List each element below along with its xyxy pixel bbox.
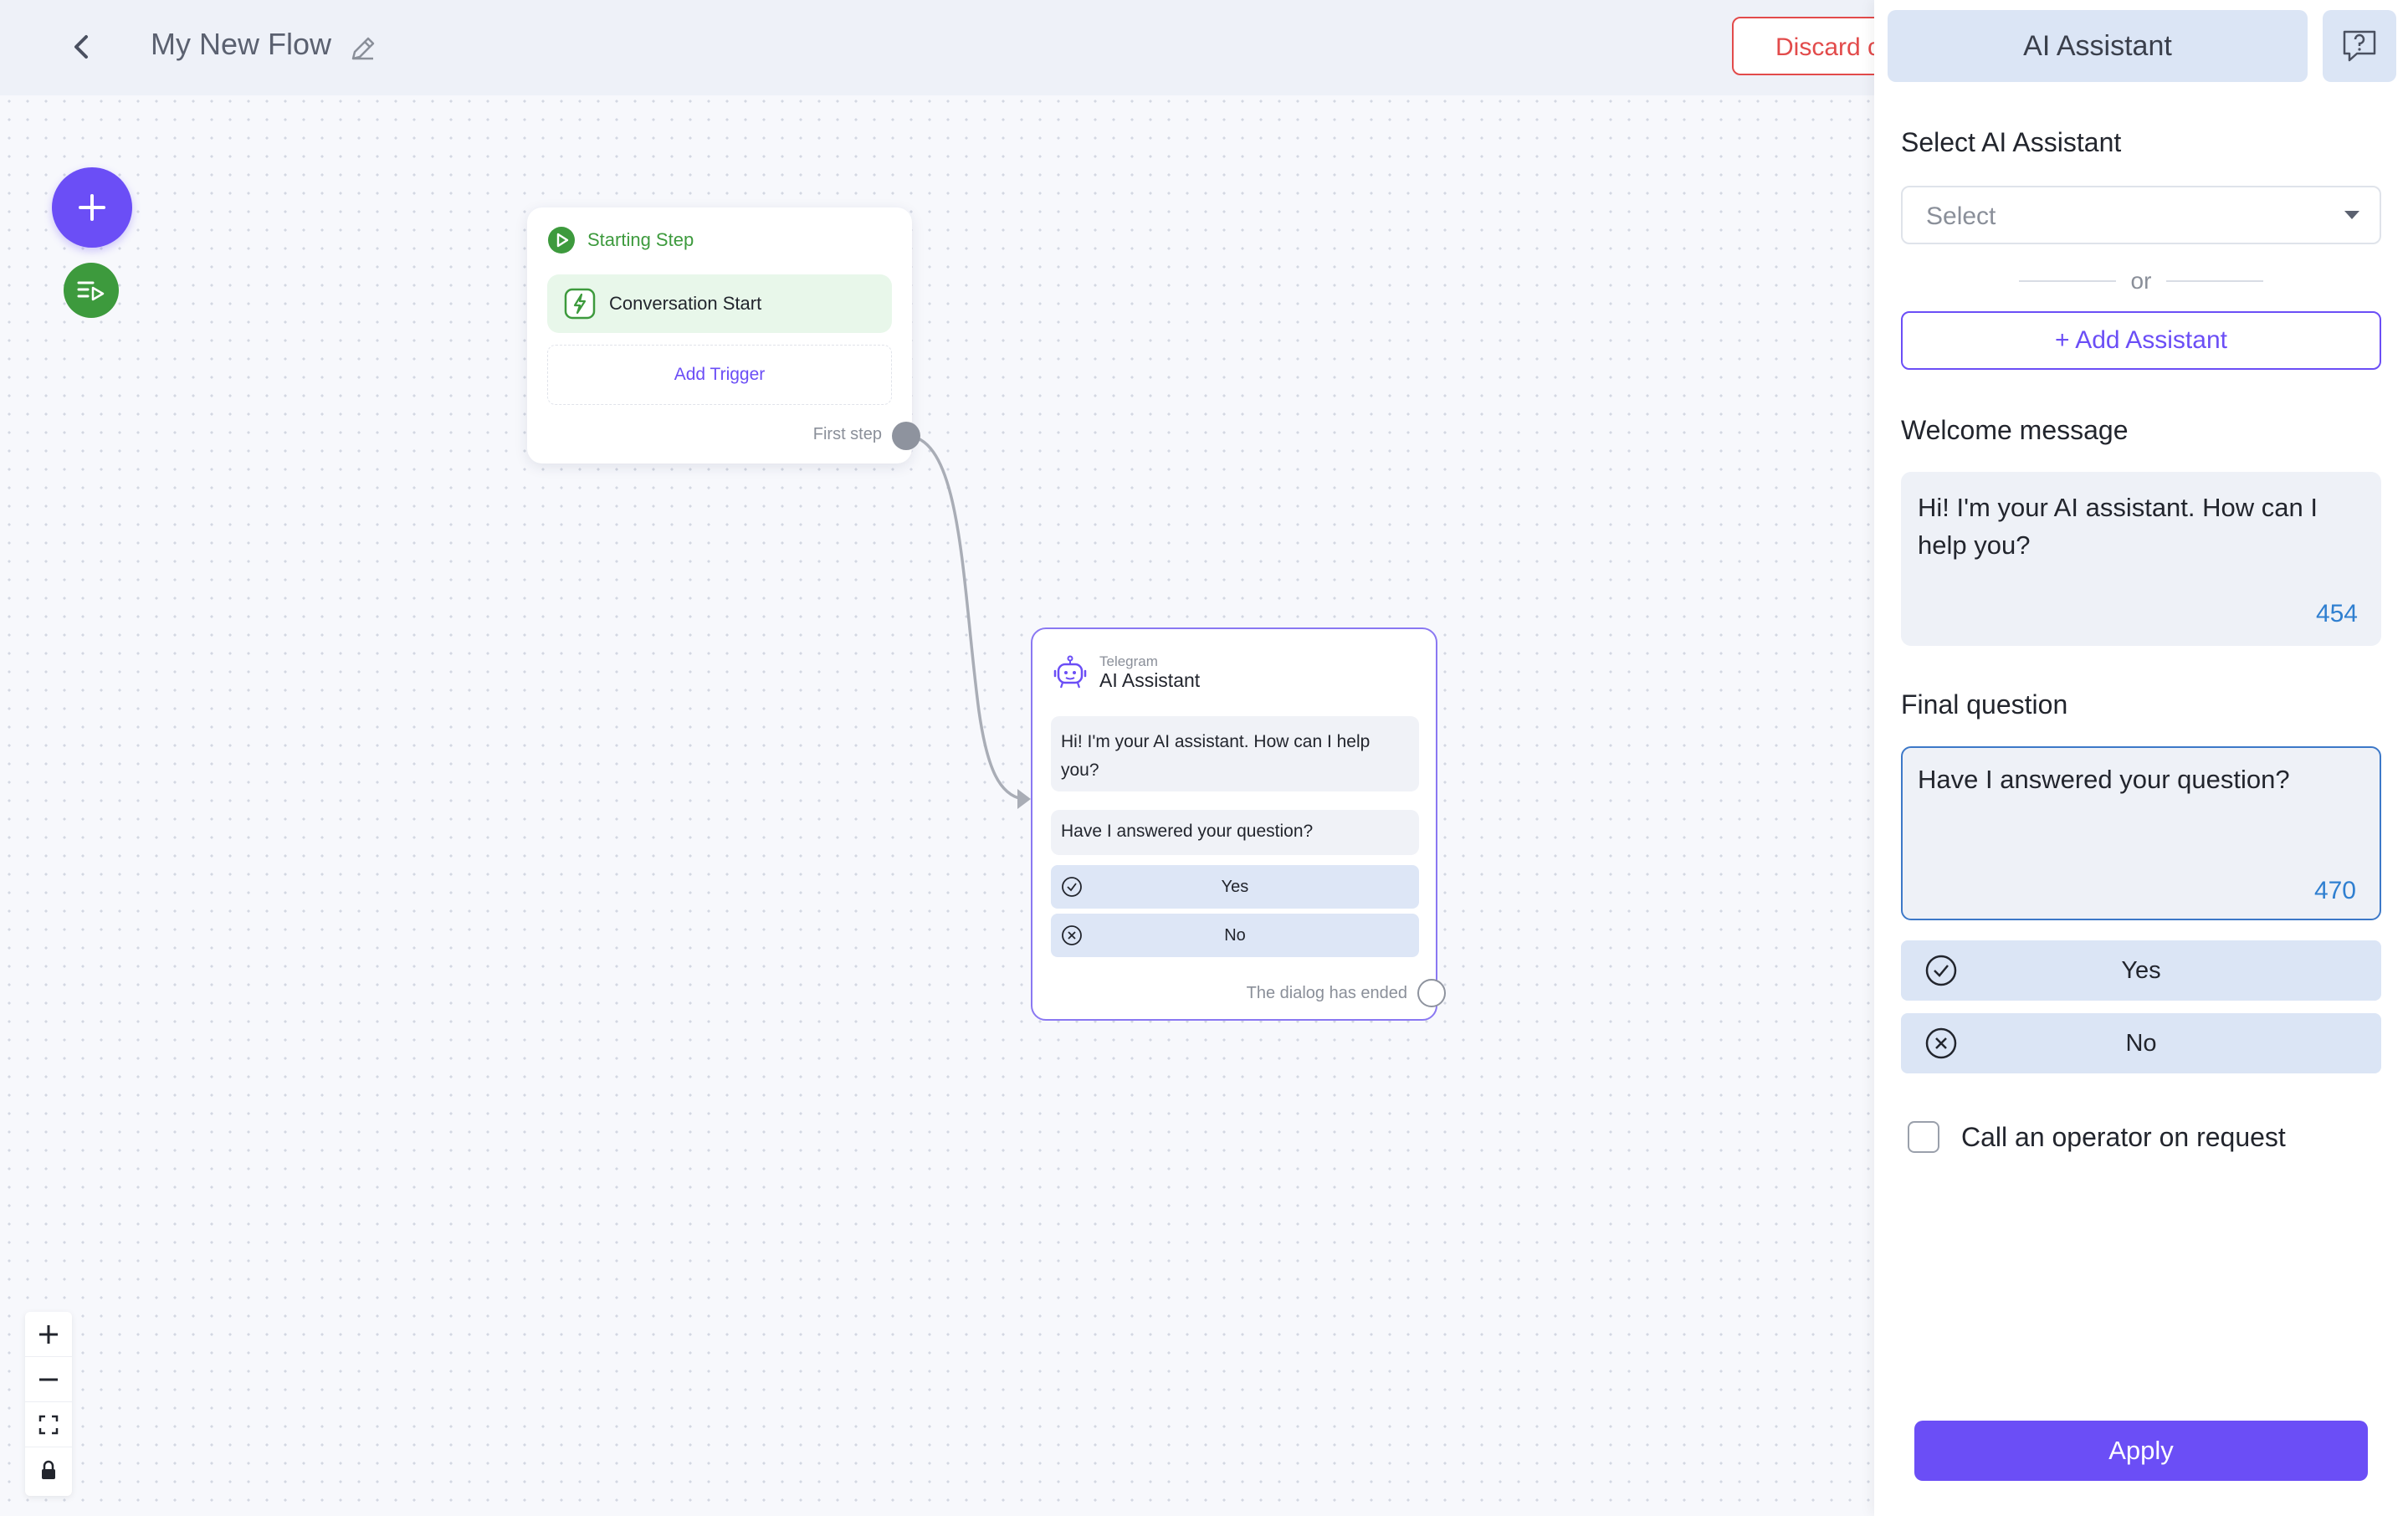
call-operator-checkbox[interactable] bbox=[1908, 1121, 1939, 1153]
ai-node-answer-yes: Yes bbox=[1051, 865, 1419, 909]
panel-title: AI Assistant bbox=[1888, 10, 2308, 82]
add-assistant-button[interactable]: + Add Assistant bbox=[1901, 311, 2381, 370]
or-label: or bbox=[2130, 268, 2152, 294]
zoom-in-icon bbox=[39, 1324, 58, 1344]
edit-title-button[interactable] bbox=[346, 32, 380, 65]
apply-button[interactable]: Apply bbox=[1914, 1421, 2368, 1481]
welcome-message-text: Hi! I'm your AI assistant. How can I hel… bbox=[1918, 493, 2318, 560]
dialog-ended-label: The dialog has ended bbox=[1246, 984, 1407, 1002]
first-step-port[interactable] bbox=[892, 422, 920, 450]
answer-label: No bbox=[2125, 1029, 2157, 1057]
dialog-ended-port[interactable] bbox=[1417, 979, 1446, 1007]
ai-node-channel: Telegram bbox=[1099, 653, 1158, 669]
answer-label: No bbox=[1224, 925, 1246, 945]
starting-step-header: Starting Step bbox=[547, 226, 694, 254]
ai-node-final-question: Have I answered your question? bbox=[1051, 810, 1419, 855]
play-circle-icon bbox=[548, 227, 575, 254]
x-circle-icon bbox=[1062, 925, 1082, 945]
select-placeholder: Select bbox=[1926, 202, 1996, 230]
call-operator-label: Call an operator on request bbox=[1961, 1121, 2286, 1152]
lock-button[interactable] bbox=[25, 1447, 72, 1493]
lock-icon bbox=[42, 1460, 55, 1479]
answer-yes-button[interactable]: Yes bbox=[1901, 940, 2381, 1001]
fit-view-button[interactable] bbox=[25, 1402, 72, 1447]
top-bar: My New Flow Discard c bbox=[0, 0, 1899, 95]
call-operator-option[interactable]: Call an operator on request bbox=[1908, 1121, 2286, 1153]
final-question-label: Final question bbox=[1901, 689, 2068, 720]
list-play-icon bbox=[77, 281, 105, 301]
zoom-controls bbox=[25, 1312, 72, 1496]
add-trigger-button[interactable]: Add Trigger bbox=[547, 345, 892, 405]
or-divider: or bbox=[1901, 266, 2381, 296]
welcome-message-field[interactable]: Hi! I'm your AI assistant. How can I hel… bbox=[1901, 472, 2381, 646]
zoom-in-button[interactable] bbox=[25, 1312, 72, 1357]
trigger-label: Conversation Start bbox=[609, 293, 762, 314]
x-circle-icon bbox=[1925, 1027, 1957, 1059]
final-question-field[interactable]: Have I answered your question? 470 bbox=[1901, 746, 2381, 920]
answer-label: Yes bbox=[1221, 877, 1249, 896]
lightning-icon bbox=[564, 288, 596, 320]
select-assistant-label: Select AI Assistant bbox=[1901, 127, 2122, 157]
final-question-text: Have I answered your question? bbox=[1918, 765, 2290, 794]
caret-down-icon bbox=[2344, 211, 2359, 219]
ai-node-header: Telegram AI Assistant bbox=[1053, 654, 1200, 691]
back-button[interactable] bbox=[65, 30, 99, 64]
settings-panel: AI Assistant Select AI Assistant Select … bbox=[1874, 0, 2408, 1516]
ai-assistant-node[interactable]: Telegram AI Assistant Hi! I'm your AI as… bbox=[1031, 627, 1437, 1021]
answer-label: Yes bbox=[2121, 956, 2161, 984]
answer-no-button[interactable]: No bbox=[1901, 1013, 2381, 1073]
plus-icon bbox=[79, 194, 105, 221]
conversation-start-trigger[interactable]: Conversation Start bbox=[547, 274, 892, 333]
check-circle-icon bbox=[1925, 955, 1957, 986]
starting-step-title: Starting Step bbox=[587, 229, 694, 250]
help-button[interactable] bbox=[2323, 10, 2396, 82]
ai-node-title: AI Assistant bbox=[1099, 669, 1201, 691]
assistant-select[interactable]: Select bbox=[1901, 186, 2381, 244]
first-step-label: First step bbox=[812, 425, 882, 443]
ai-node-welcome-message: Hi! I'm your AI assistant. How can I hel… bbox=[1051, 716, 1419, 791]
help-chat-icon bbox=[2343, 30, 2376, 62]
zoom-out-icon bbox=[39, 1378, 58, 1380]
pencil-icon bbox=[351, 37, 375, 60]
welcome-char-count: 454 bbox=[2315, 600, 2358, 627]
fit-view-icon bbox=[38, 1415, 59, 1434]
check-circle-icon bbox=[1062, 877, 1082, 897]
chevron-left-icon bbox=[74, 35, 88, 59]
welcome-message-label: Welcome message bbox=[1901, 415, 2129, 445]
add-step-button[interactable] bbox=[52, 167, 132, 248]
zoom-out-button[interactable] bbox=[25, 1357, 72, 1402]
final-char-count: 470 bbox=[2313, 877, 2356, 904]
flow-list-button[interactable] bbox=[64, 263, 119, 318]
starting-step-node[interactable]: Starting Step Conversation Start Add Tri… bbox=[527, 207, 912, 464]
ai-node-answer-no: No bbox=[1051, 914, 1419, 957]
flow-title: My New Flow bbox=[151, 27, 332, 61]
robot-icon bbox=[1053, 655, 1087, 689]
